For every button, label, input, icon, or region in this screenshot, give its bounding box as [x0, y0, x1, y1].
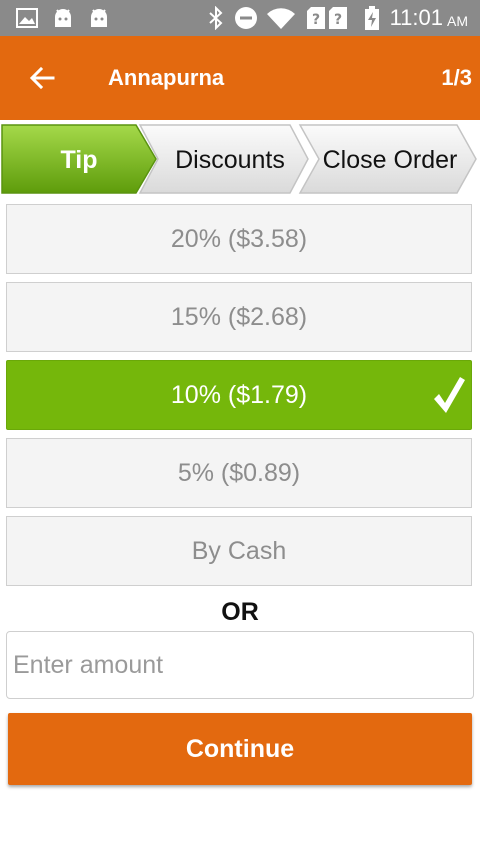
step-tip[interactable]: Tip	[2, 122, 156, 198]
tip-option-label: 15% ($2.68)	[170, 302, 308, 331]
tip-option-label: 20% ($3.58)	[170, 224, 308, 253]
step-discounts[interactable]: Discounts	[150, 122, 310, 198]
tip-option-5[interactable]: 5% ($0.89)	[6, 438, 472, 508]
or-separator: OR	[221, 598, 259, 626]
gallery-icon	[16, 0, 38, 36]
clock: 11:01 AM	[390, 0, 468, 36]
tip-option-10[interactable]: 10% ($1.79)	[6, 360, 472, 430]
tip-option-by-cash[interactable]: By Cash	[6, 516, 472, 586]
page-title: Annapurna	[108, 65, 225, 90]
status-bar: ? ? 11:01 AM	[0, 0, 480, 36]
arrow-back-icon	[29, 66, 55, 90]
custom-tip-amount-input[interactable]	[6, 631, 474, 699]
continue-button[interactable]: Continue	[8, 713, 472, 785]
clock-ampm: AM	[447, 13, 468, 29]
tip-option-label: By Cash	[191, 536, 287, 565]
step-progress: Tip Discounts Close Order	[0, 122, 480, 198]
android-icon	[52, 0, 74, 36]
do-not-disturb-icon	[234, 0, 258, 36]
android-icon	[88, 0, 110, 36]
battery-charging-icon	[364, 0, 380, 36]
tip-option-label: 10% ($1.79)	[170, 380, 308, 409]
svg-text:?: ?	[334, 12, 342, 28]
no-sim-icon: ?	[306, 0, 326, 36]
svg-text:?: ?	[312, 12, 320, 28]
tip-option-label: 5% ($0.89)	[177, 458, 301, 487]
app-bar: Annapurna 1/3	[0, 36, 480, 120]
step-counter: 1/3	[441, 65, 472, 90]
no-sim-icon: ?	[328, 0, 348, 36]
bluetooth-icon	[208, 0, 224, 36]
tip-option-15[interactable]: 15% ($2.68)	[6, 282, 472, 352]
clock-time: 11:01	[389, 5, 443, 30]
back-button[interactable]	[20, 56, 64, 100]
wifi-icon	[266, 0, 296, 36]
tip-option-20[interactable]: 20% ($3.58)	[6, 204, 472, 274]
checkmark-icon	[434, 377, 465, 413]
step-close-order[interactable]: Close Order	[312, 122, 468, 198]
